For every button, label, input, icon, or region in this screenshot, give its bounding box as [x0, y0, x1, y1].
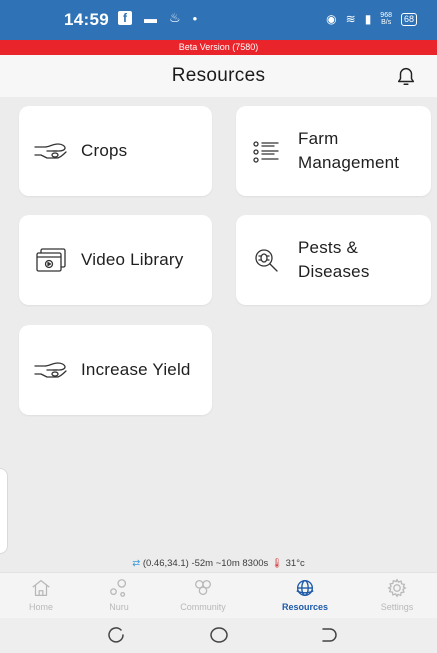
side-drawer-handle[interactable] — [0, 468, 8, 554]
nav-settings[interactable]: Settings — [362, 577, 432, 612]
app-header: Resources — [0, 55, 437, 97]
nav-resources[interactable]: Resources — [270, 577, 340, 612]
facebook-icon: f — [118, 11, 132, 25]
card-label: Increase Yield — [81, 360, 191, 379]
location-info: ⇄ (0.46,34.1) -52m ~10m 8300s 🌡 31°c — [0, 558, 437, 569]
community-icon — [195, 580, 211, 596]
video-library-card[interactable]: Video Library — [19, 215, 212, 305]
gear-icon — [387, 578, 407, 598]
thermometer-icon: 🌡 — [270, 558, 283, 569]
card-label: Crops — [81, 141, 128, 160]
home-circle-icon[interactable] — [208, 625, 230, 645]
status-time: 14:59 — [64, 10, 109, 29]
hand-seed-icon — [34, 143, 67, 159]
crops-card[interactable]: Crops — [19, 106, 212, 196]
battery-icon: 68 — [400, 12, 417, 26]
beta-banner: Beta Version (7580) — [0, 40, 437, 55]
checklist-icon — [253, 141, 279, 163]
card-label: Video Library — [81, 250, 184, 269]
wifi-icon: ≋ — [345, 12, 356, 26]
globe-icon — [296, 579, 314, 597]
nav-nuru[interactable]: Nuru — [84, 577, 154, 612]
card-label: Farm Management — [298, 129, 400, 172]
increase-yield-card[interactable]: Increase Yield — [19, 325, 212, 415]
dot-icon: • — [192, 10, 198, 26]
temperature: 31°c — [285, 558, 305, 569]
magnifier-bug-icon — [255, 249, 278, 272]
location-pin-icon: ◉ — [326, 12, 337, 26]
message-icon: ▬ — [144, 10, 157, 26]
location-coords: (0.46,34.1) — [142, 558, 189, 569]
status-notification-icons: f ▬ ♨ • — [118, 10, 197, 26]
recents-icon[interactable] — [106, 625, 128, 645]
location-details: -52m ~10m 8300s — [191, 558, 269, 569]
bell-icon[interactable] — [395, 65, 417, 87]
nuru-icon — [110, 579, 127, 597]
back-icon[interactable] — [318, 625, 340, 645]
nav-home[interactable]: Home — [6, 577, 76, 612]
pests-diseases-card[interactable]: Pests & Diseases — [236, 215, 431, 305]
hand-seed-icon — [34, 362, 67, 378]
card-label: Pests & Diseases — [298, 238, 370, 281]
farm-management-card[interactable]: Farm Management — [236, 106, 431, 196]
net-speed: 968 B/s — [380, 12, 392, 26]
status-system-icons: ◉ ≋ ▮ 968 B/s 68 — [326, 12, 417, 26]
bottom-nav: Home Nuru Community Resources Settings — [0, 572, 437, 618]
signal-icon: ▮ — [364, 12, 372, 26]
flame-icon: ♨ — [169, 10, 181, 25]
gps-icon: ⇄ — [132, 558, 141, 569]
video-library-icon — [36, 248, 66, 272]
system-nav-bar — [0, 618, 437, 653]
page-title: Resources — [171, 65, 266, 86]
home-icon — [32, 580, 50, 596]
status-bar: 14:59 f ▬ ♨ • ◉ ≋ ▮ 968 B/s 68 — [0, 0, 437, 40]
nav-community[interactable]: Community — [168, 577, 238, 612]
